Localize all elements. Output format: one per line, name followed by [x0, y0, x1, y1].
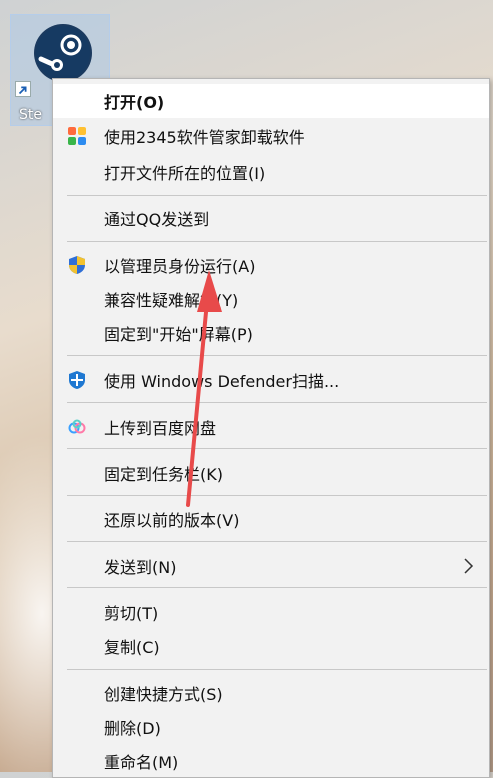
- menu-item-label: 打开文件所在的位置(I): [104, 164, 266, 183]
- menu-item-label: 删除(D): [104, 719, 161, 738]
- menu-item-label: 剪切(T): [104, 604, 159, 623]
- chevron-right-icon: [464, 558, 474, 574]
- menu-item-label: 固定到任务栏(K): [104, 465, 223, 484]
- menu-item-label: 通过QQ发送到: [104, 210, 210, 229]
- menu-item-send-via-qq[interactable]: 通过QQ发送到: [53, 201, 489, 235]
- menu-item-label: 打开(O): [104, 93, 165, 112]
- menu-item-label: 以管理员身份运行(A): [104, 257, 256, 276]
- menu-separator: [67, 355, 487, 356]
- menu-item-defender-scan[interactable]: 使用 Windows Defender扫描...: [53, 363, 489, 397]
- menu-separator: [67, 402, 487, 403]
- uac-shield-icon: [69, 256, 85, 274]
- menu-item-delete[interactable]: 删除(D): [53, 710, 489, 744]
- menu-item-copy[interactable]: 复制(C): [53, 629, 489, 663]
- shortcut-arrow-icon: [15, 81, 31, 97]
- menu-item-open-file-location[interactable]: 打开文件所在的位置(I): [53, 155, 489, 189]
- menu-item-upload-baidu-netdisk[interactable]: 上传到百度网盘: [53, 410, 489, 444]
- menu-item-pin-to-taskbar[interactable]: 固定到任务栏(K): [53, 456, 489, 490]
- menu-item-label: 发送到(N): [104, 558, 177, 577]
- menu-item-cut[interactable]: 剪切(T): [53, 595, 489, 629]
- menu-separator: [67, 195, 487, 196]
- menu-item-restore-previous-versions[interactable]: 还原以前的版本(V): [53, 502, 489, 536]
- app-manager-icon: [68, 127, 86, 145]
- menu-separator: [67, 448, 487, 449]
- menu-item-label: 重命名(M): [104, 753, 179, 772]
- menu-item-compatibility-troubleshoot[interactable]: 兼容性疑难解答(Y): [53, 282, 489, 316]
- menu-separator: [67, 669, 487, 670]
- menu-separator: [67, 241, 487, 242]
- menu-item-open[interactable]: 打开(O): [53, 84, 489, 118]
- shortcut-label: Ste: [19, 107, 42, 123]
- menu-item-pin-to-start[interactable]: 固定到"开始"屏幕(P): [53, 316, 489, 350]
- menu-item-label: 创建快捷方式(S): [104, 685, 223, 704]
- steam-icon: [34, 24, 92, 82]
- menu-item-label: 复制(C): [104, 638, 160, 657]
- context-menu: 打开(O) 使用2345软件管家卸载软件 打开文件所在的位置(I) 通过QQ发送…: [52, 78, 490, 778]
- menu-item-label: 兼容性疑难解答(Y): [104, 291, 239, 310]
- menu-item-label: 使用 Windows Defender扫描...: [104, 372, 340, 391]
- menu-item-label: 上传到百度网盘: [104, 419, 217, 438]
- menu-item-label: 还原以前的版本(V): [104, 511, 240, 530]
- menu-item-label: 使用2345软件管家卸载软件: [104, 128, 305, 147]
- menu-item-create-shortcut[interactable]: 创建快捷方式(S): [53, 676, 489, 710]
- menu-item-uninstall-2345[interactable]: 使用2345软件管家卸载软件: [53, 119, 489, 153]
- menu-item-rename[interactable]: 重命名(M): [53, 744, 489, 778]
- menu-separator: [67, 587, 487, 588]
- baidu-netdisk-icon: [68, 419, 86, 434]
- defender-shield-icon: [69, 371, 85, 389]
- menu-separator: [67, 495, 487, 496]
- menu-item-label: 固定到"开始"屏幕(P): [104, 325, 253, 344]
- menu-item-send-to[interactable]: 发送到(N): [53, 549, 489, 583]
- menu-separator: [67, 541, 487, 542]
- menu-item-run-as-admin[interactable]: 以管理员身份运行(A): [53, 248, 489, 282]
